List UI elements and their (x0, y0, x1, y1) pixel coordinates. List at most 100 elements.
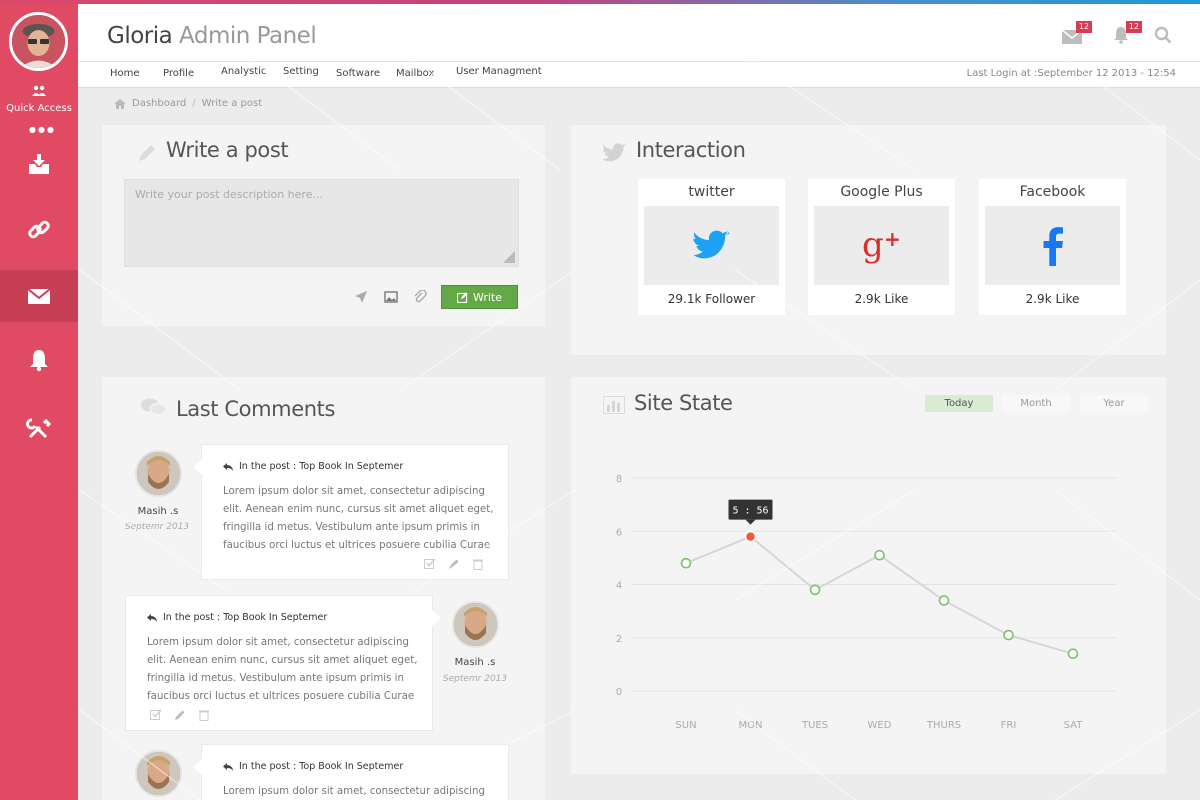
site-state-chart: 0 2 4 6 8 SUN MON TUES WED THURS FRI SAT 5 : 56 (616, 474, 1116, 731)
sidebar-item-mail[interactable] (0, 270, 78, 322)
home-icon (114, 98, 126, 109)
google-plus-card-icon-box: g + (814, 206, 949, 285)
facebook-card-count: 2.9k Like (1025, 292, 1080, 306)
comment-avatar[interactable] (135, 450, 182, 497)
comment-post-ref[interactable]: In the post : Top Book In Septemer (223, 461, 403, 472)
tooltip-text: 5 : 56 (732, 506, 768, 517)
nav-profile[interactable]: Profile (163, 68, 194, 79)
paperclip-icon[interactable] (413, 290, 427, 304)
site-state-panel: Site State Today Month Year 0 2 4 6 8 SUN MON T… (571, 377, 1166, 774)
comment-avatar[interactable] (135, 750, 182, 797)
comment-post-ref[interactable]: In the post : Top Book In Septemer (147, 612, 327, 623)
twitter-card-icon-box (644, 206, 779, 285)
x-tick-label: SAT (1064, 720, 1084, 731)
reply-icon (147, 613, 157, 622)
write-post-title: Write a post (166, 138, 289, 162)
sidebar-item-links[interactable] (0, 204, 78, 256)
comment-bubble: In the post : Top Book In Septemer Lorem… (193, 444, 509, 580)
quick-access[interactable]: Quick Access (0, 82, 78, 114)
trash-icon[interactable] (472, 558, 484, 570)
comment-post-ref[interactable]: In the post : Top Book In Septemer (223, 761, 403, 772)
approve-icon[interactable] (150, 709, 162, 721)
comment-author[interactable]: Masih .s (128, 506, 188, 517)
last-comments-title: Last Comments (176, 397, 336, 421)
post-description-textarea[interactable]: Write your post description here... (124, 179, 519, 267)
data-point (874, 549, 885, 561)
twitter-logo-icon (692, 230, 729, 259)
svg-text:+: + (884, 227, 901, 251)
y-tick-label: 4 (616, 581, 622, 592)
location-arrow-icon[interactable] (354, 290, 368, 304)
comment-date: Septemr 2013 (442, 674, 508, 684)
comment-date: Septemr 2013 (124, 522, 190, 532)
inbox-download-icon (29, 154, 49, 174)
sidebar-item-settings[interactable] (0, 404, 78, 456)
write-post-panel: Write a post Write your post description… (102, 125, 545, 326)
header-notifications-button[interactable]: 12 (1112, 21, 1142, 46)
twitter-card[interactable]: twitter 29.1k Follower (638, 179, 785, 315)
tools-icon (26, 418, 52, 439)
nav-software[interactable]: Software (336, 68, 380, 79)
last-login-text: Last Login at :September 12 2013 - 12:54 (966, 68, 1176, 79)
edit-pencil-icon[interactable] (174, 709, 186, 721)
more-dots-icon[interactable]: ●●● (29, 125, 56, 134)
user-avatar[interactable] (9, 12, 68, 71)
twitter-bird-icon (603, 143, 626, 162)
top-nav: Home Profile Analystic Setting Software … (78, 62, 1200, 88)
post-placeholder: Write your post description here... (135, 188, 323, 201)
write-button[interactable]: Write (441, 285, 518, 309)
tooltip-arrow (745, 519, 756, 525)
google-plus-card-name: Google Plus (840, 184, 923, 200)
comment-author[interactable]: Masih .s (445, 657, 505, 668)
x-tick-label: WED (868, 720, 892, 731)
quick-access-label: Quick Access (6, 103, 72, 114)
facebook-card-name: Facebook (1019, 184, 1086, 200)
breadcrumb-current: Write a post (201, 98, 263, 109)
nav-mailbox[interactable]: Mailbox (396, 68, 434, 79)
reply-icon (223, 462, 233, 471)
approve-icon[interactable] (424, 558, 436, 570)
trash-icon[interactable] (198, 709, 210, 721)
comment-bubble: In the post : Top Book In Septemer Lorem… (125, 595, 441, 731)
edit-pencil-icon[interactable] (448, 558, 460, 570)
data-point (680, 557, 692, 569)
reply-icon (223, 762, 233, 771)
app-title: Gloria Admin Panel (107, 23, 317, 49)
comment-post-label: In the post : Top Book In Septemer (163, 612, 328, 623)
comment-post-label: In the post : Top Book In Septemer (239, 761, 404, 772)
y-tick-label: 6 (616, 527, 622, 538)
resize-handle[interactable] (503, 251, 515, 263)
comment-text: Lorem ipsum dolor sit amet, consectetur … (223, 486, 494, 551)
google-plus-card-count: 2.9k Like (854, 292, 909, 306)
facebook-logo-icon (1043, 226, 1063, 266)
nav-setting[interactable]: Setting (283, 66, 319, 77)
breadcrumb-separator: / (192, 98, 196, 109)
sidebar-item-notifications[interactable] (0, 334, 78, 386)
nav-home[interactable]: Home (110, 68, 140, 79)
write-button-label: Write (472, 290, 503, 304)
facebook-card[interactable]: Facebook 2.9k Like (979, 179, 1126, 315)
users-icon (32, 85, 46, 96)
sidebar-item-inbox[interactable] (0, 138, 78, 190)
comment-avatar[interactable] (452, 601, 499, 648)
header-mail-button[interactable]: 12 (1061, 21, 1092, 46)
x-tick-label: THURS (926, 720, 961, 731)
nav-analystic[interactable]: Analystic (221, 66, 266, 77)
edit-icon (456, 292, 468, 303)
data-point (1003, 629, 1014, 641)
comment-actions (424, 558, 484, 570)
nav-user-management[interactable]: User Managment (456, 66, 542, 77)
comment-text: Lorem ipsum dolor sit amet, consectetur … (147, 637, 418, 702)
header-search-button[interactable] (1154, 26, 1178, 46)
x-tick-label: MON (739, 720, 763, 731)
app-title-sub: Admin Panel (179, 23, 317, 49)
comment-actions (150, 709, 210, 721)
y-tick-label: 8 (616, 474, 622, 485)
image-icon[interactable] (384, 290, 398, 304)
interaction-title: Interaction (636, 138, 746, 162)
x-tick-label: FRI (1001, 720, 1017, 731)
notification-count-badge: 12 (1125, 21, 1142, 33)
breadcrumb-dashboard[interactable]: Dashboard (132, 98, 186, 109)
top-accent-strip (0, 0, 1200, 4)
google-plus-card[interactable]: Google Plus g + 2.9k Like (808, 179, 955, 315)
